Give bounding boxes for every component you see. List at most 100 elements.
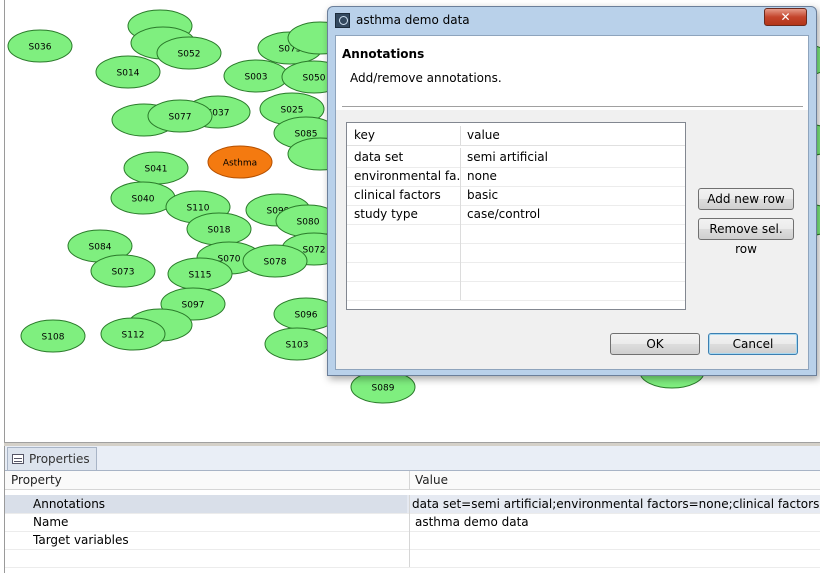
annotations-header-row: key value [347,126,685,146]
node-label: S036 [29,43,52,53]
graph-node[interactable]: S014 [95,55,161,89]
tab-properties[interactable]: Properties [7,447,97,470]
table-row[interactable]: study type case/control [347,205,685,225]
properties-header-row: Property Value [5,471,820,490]
annotation-key[interactable] [347,224,460,243]
annotations-dialog: asthma demo data ✕ Annotations Add/remov… [327,6,817,376]
graph-node[interactable]: S041 [123,151,189,185]
node-label: S080 [297,218,320,228]
node-label: S097 [182,301,205,311]
annotation-key[interactable]: data set [347,148,460,167]
graph-node[interactable]: S036 [7,29,73,63]
table-row[interactable]: clinical factors basic [347,186,685,206]
property-row-annotations[interactable]: Annotations data set=semi artificial;env… [5,495,820,514]
node-label: S096 [295,311,318,321]
node-label: S040 [132,195,155,205]
property-name: Name [33,515,69,529]
table-row[interactable]: data set semi artificial [347,148,685,168]
node-label: S073 [112,268,135,278]
annotation-value[interactable]: basic [460,186,685,205]
graph-node[interactable]: S018 [186,212,252,246]
graph-node-asthma[interactable]: Asthma [207,145,273,179]
node-label: S110 [187,204,210,214]
property-value[interactable]: asthma demo data [409,513,820,531]
node-label: S072 [303,246,326,256]
annotation-value[interactable]: semi artificial [460,148,685,167]
annotation-key[interactable] [347,281,460,300]
node-label: S084 [89,243,112,253]
annotation-value[interactable] [460,281,685,300]
table-row[interactable] [347,262,685,282]
remove-row-button[interactable]: Remove sel. row [698,218,794,256]
node-label: S115 [189,271,212,281]
dialog-title: asthma demo data [356,13,470,27]
property-row-empty [5,549,820,568]
dialog-message: Add/remove annotations. [350,71,502,85]
node-label: Asthma [223,159,257,169]
value-column-header[interactable]: Value [409,471,820,489]
graph-node[interactable]: S052 [156,36,222,70]
annotation-key[interactable]: environmental fa... [347,167,460,186]
node-label: S003 [245,73,268,83]
dialog-content: key value data set semi artificial envir… [336,110,808,369]
dialog-heading: Annotations [342,47,425,61]
graph-node[interactable]: S112 [100,317,166,351]
property-column-header[interactable]: Property [11,471,405,489]
node-label: S025 [281,106,304,116]
node-label: S108 [42,333,65,343]
graph-node[interactable]: S040 [110,181,176,215]
graph-node[interactable]: S073 [90,254,156,288]
table-row[interactable] [347,243,685,263]
annotation-value[interactable] [460,243,685,262]
property-row-target-variables[interactable]: Target variables [5,531,820,550]
key-column-header[interactable]: key [347,126,460,145]
annotation-value[interactable] [460,224,685,243]
properties-view: Properties Property Value Annotations da… [4,446,820,573]
graph-node[interactable]: S115 [167,257,233,291]
property-row-name[interactable]: Name asthma demo data [5,513,820,532]
annotation-key[interactable] [347,262,460,281]
table-row[interactable]: environmental fa... none [347,167,685,187]
graph-node[interactable]: S108 [20,319,86,353]
property-name: Annotations [5,495,407,513]
graph-node[interactable]: S003 [223,59,289,93]
table-row[interactable] [347,224,685,244]
annotation-value[interactable]: none [460,167,685,186]
annotation-key[interactable]: clinical factors [347,186,460,205]
node-label: S078 [264,258,287,268]
node-label: S014 [117,69,140,79]
annotation-key[interactable] [347,243,460,262]
graph-node[interactable]: S078 [242,244,308,278]
property-name [13,549,407,567]
ok-button[interactable]: OK [610,333,700,355]
tab-properties-label: Properties [29,452,90,466]
dialog-separator [342,106,803,108]
annotation-value[interactable] [460,262,685,281]
cancel-button[interactable]: Cancel [708,333,798,355]
dialog-body: Annotations Add/remove annotations. key … [335,35,809,370]
editor-border [4,0,5,443]
node-label: S089 [372,384,395,394]
graph-node[interactable]: S077 [147,99,213,133]
annotations-table[interactable]: key value data set semi artificial envir… [346,122,686,310]
properties-tab-bar: Properties [5,446,820,471]
close-button[interactable]: ✕ [764,8,807,26]
property-value[interactable]: data set=semi artificial;environmental f… [409,495,820,513]
node-label: S041 [145,165,168,175]
table-row[interactable] [347,281,685,301]
properties-icon [12,454,24,464]
add-row-button[interactable]: Add new row [698,188,794,210]
property-value [409,549,820,567]
annotation-key[interactable]: study type [347,205,460,224]
node-label: S018 [208,226,231,236]
dialog-title-bar[interactable]: asthma demo data ✕ [328,7,816,35]
graph-node[interactable]: S103 [264,327,330,361]
dialog-header: Annotations Add/remove annotations. [336,36,808,102]
node-label: S112 [122,331,145,341]
property-value[interactable] [409,531,820,549]
annotation-value[interactable]: case/control [460,205,685,224]
node-label: S052 [178,50,201,60]
value-column-header[interactable]: value [460,126,685,145]
node-label: S103 [286,341,309,351]
node-label: S077 [169,113,192,123]
